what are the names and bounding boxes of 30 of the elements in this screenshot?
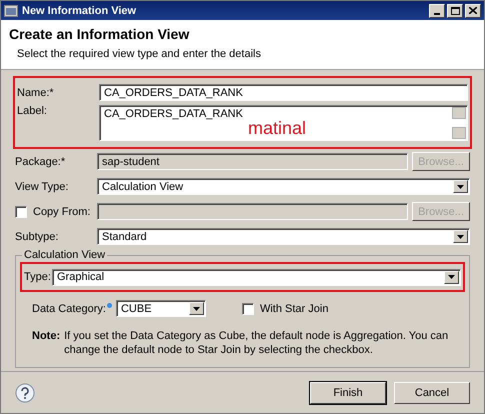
dropdown[interactable]: Graphical: [52, 268, 461, 286]
dropdown[interactable]: CUBE: [116, 300, 206, 317]
note-label: Note:: [32, 329, 60, 344]
field-label: Type:: [24, 271, 52, 283]
help-icon[interactable]: [15, 382, 35, 402]
checkbox[interactable]: [242, 302, 254, 314]
text-field[interactable]: CA_ORDERS_DATA_RANK: [99, 84, 468, 101]
annotation-text: matinal: [248, 118, 306, 139]
field-label: Data Category:: [32, 302, 106, 314]
info-icon: [106, 303, 112, 308]
dropdown[interactable]: Calculation View: [97, 178, 470, 195]
field-label: Name:*: [17, 86, 55, 98]
field-label: Package:*: [15, 156, 66, 168]
field-label: Copy From:: [33, 206, 90, 218]
dropdown[interactable]: Standard: [97, 228, 470, 245]
close-icon[interactable]: [465, 4, 481, 18]
page-description: Select the required view type and enter the details: [16, 48, 262, 60]
field-label: Label:: [17, 105, 48, 117]
field-label: Subtype:: [15, 230, 60, 242]
checkbox-label: With Star Join: [260, 302, 328, 314]
minimize-icon[interactable]: [429, 4, 445, 18]
field-label: View Type:: [15, 180, 70, 192]
note-text: If you set the Data Category as Cube, the default node is Aggregation. You can change the default node to Star Join by selecting the checkbox.: [64, 329, 450, 357]
group-title: Calculation View: [22, 249, 108, 261]
window-title: New Information View: [22, 4, 138, 16]
page-title: Create an Information View: [9, 26, 190, 42]
dialog-button[interactable]: Finish: [310, 382, 386, 404]
window-icon: [4, 4, 18, 16]
dialog-button[interactable]: Cancel: [394, 382, 470, 404]
maximize-icon[interactable]: [447, 4, 463, 18]
